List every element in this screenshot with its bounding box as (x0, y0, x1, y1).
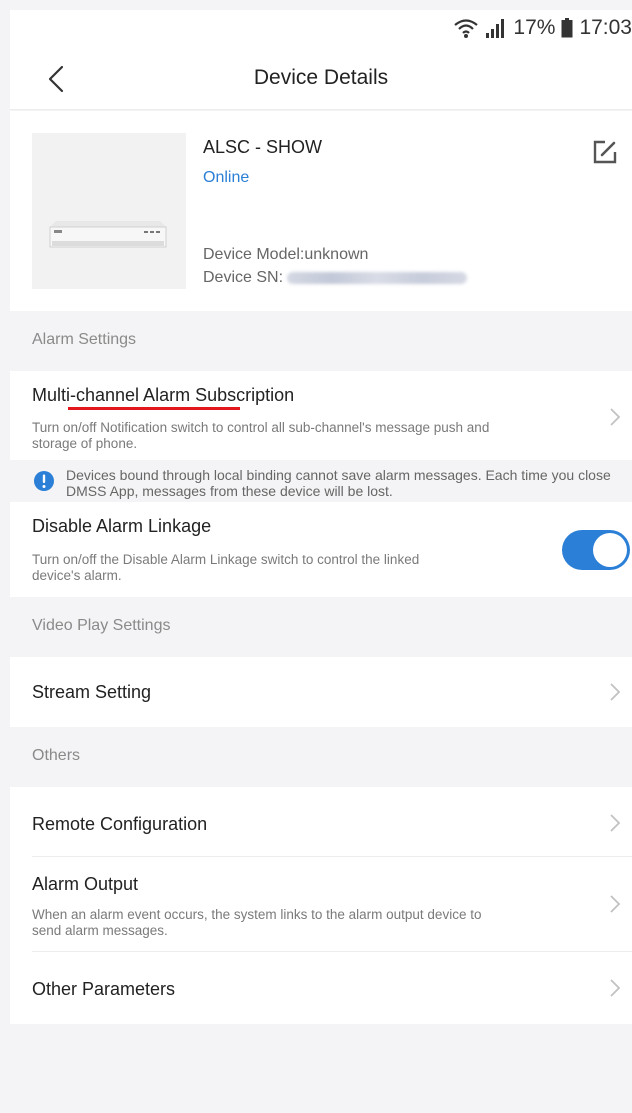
row-title: Other Parameters (32, 979, 176, 999)
wifi-icon (454, 19, 479, 38)
section-alarm-settings: Alarm Settings (10, 311, 632, 371)
row-title: Disable Alarm Linkage (32, 516, 212, 536)
chevron-right-icon (610, 814, 621, 832)
section-title: Others (32, 747, 81, 764)
row-description: Turn on/off Notification switch to contr… (32, 420, 490, 451)
device-status: Online (203, 169, 250, 186)
status-indicators: 17% 17:03 (453, 16, 632, 40)
page-title: Device Details (253, 66, 389, 89)
device-sn-redacted (287, 272, 468, 284)
device-card: ALSC - SHOW Online Device Model:unknown … (10, 111, 632, 311)
device-sn: Device SN: (203, 269, 468, 287)
device-thumbnail (32, 133, 186, 289)
clock: 17:03 (579, 16, 632, 39)
section-title: Alarm Settings (32, 331, 137, 348)
row-description: Turn on/off the Disable Alarm Linkage sw… (32, 552, 420, 583)
chevron-right-icon (610, 408, 621, 426)
remote-configuration-row[interactable]: Remote Configuration (10, 787, 632, 857)
other-parameters-row[interactable]: Other Parameters (10, 952, 632, 1024)
nav-bar: Device Details (10, 48, 632, 110)
chevron-right-icon (610, 979, 621, 997)
chevron-right-icon (610, 895, 621, 913)
info-icon (34, 471, 54, 491)
row-title: Alarm Output (32, 874, 139, 894)
local-binding-notice: Devices bound through local binding cann… (10, 460, 632, 502)
chevron-right-icon (610, 683, 621, 701)
toggle-knob (593, 533, 627, 567)
status-bar: 17% 17:03 (10, 10, 632, 48)
device-model: Device Model:unknown (203, 246, 369, 263)
screen: 17% 17:03 Device Details ALSC - SHOW Onl… (10, 0, 632, 1113)
row-title: Stream Setting (32, 682, 152, 702)
device-sn-label: Device SN: (203, 269, 284, 286)
section-title: Video Play Settings (32, 617, 171, 634)
section-video-play-settings: Video Play Settings (10, 597, 632, 657)
row-title: Remote Configuration (32, 814, 208, 834)
battery-icon (561, 18, 573, 38)
notice-text: Devices bound through local binding cann… (66, 467, 611, 499)
edit-icon[interactable] (590, 137, 620, 167)
nvr-device-icon (49, 221, 167, 248)
battery-percent: 17% (513, 16, 556, 39)
disable-alarm-linkage-row: Disable Alarm Linkage Turn on/off the Di… (10, 502, 632, 597)
alarm-output-row[interactable]: Alarm Output When an alarm event occurs,… (10, 857, 632, 952)
row-description: When an alarm event occurs, the system l… (32, 907, 482, 938)
device-name: ALSC - SHOW (203, 137, 323, 157)
signal-icon (486, 19, 505, 38)
disable-alarm-linkage-toggle[interactable] (562, 530, 630, 570)
section-others: Others (10, 727, 632, 787)
annotation-underline (68, 407, 240, 410)
stream-setting-row[interactable]: Stream Setting (10, 657, 632, 727)
row-title: Multi-channel Alarm Subscription (32, 385, 295, 405)
multi-channel-alarm-subscription-row[interactable]: Multi-channel Alarm Subscription Turn on… (10, 371, 632, 460)
